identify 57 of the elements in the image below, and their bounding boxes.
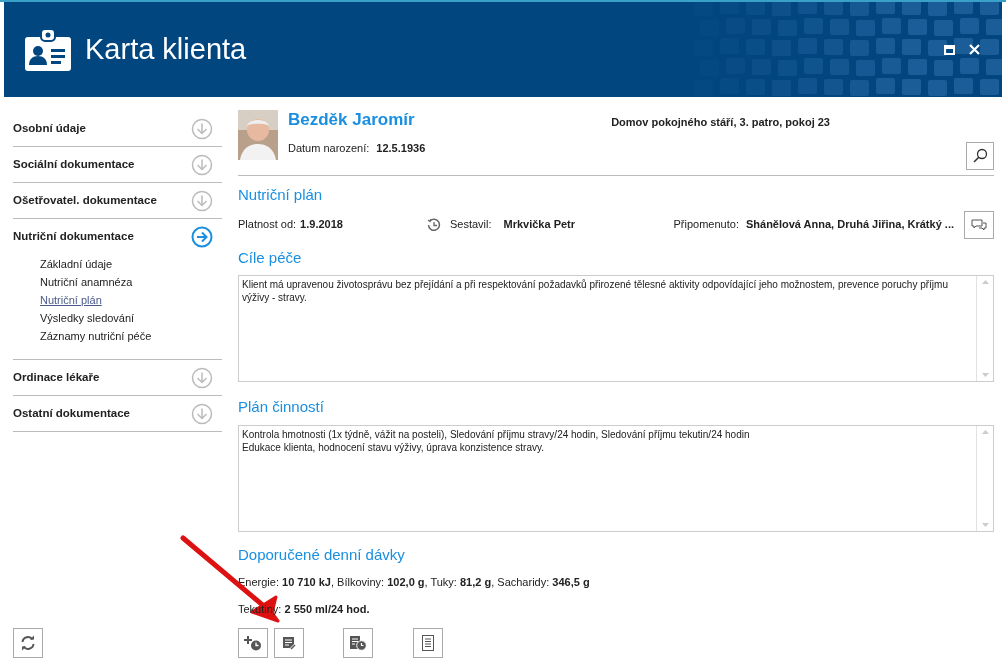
sidebar-link[interactable]: Základní údaje	[40, 255, 113, 273]
scroll-up-icon[interactable]	[981, 280, 989, 284]
reminded-label: Připomenuto:	[673, 217, 739, 233]
sidebar-link[interactable]: Záznamy nutriční péče	[40, 327, 152, 345]
sidebar-link[interactable]: Nutriční anamnéza	[40, 273, 133, 291]
arrow-down-icon[interactable]	[191, 153, 213, 176]
sidebar-section[interactable]: Sociální dokumentace	[13, 155, 135, 174]
validity-value: 1.9.2018	[300, 217, 343, 233]
edit-record-button[interactable]	[274, 628, 304, 658]
text-area[interactable]: Kontrola hmotnosti (1x týdně, vážit na posteli), Sledování příjmu stravy/24 hodin, Sledování příjmu tekutin/24 hodin Edukace klienta, hodnocení stavu výživy, úprava konzistence stravy.	[238, 424, 994, 532]
document-clock-icon	[349, 635, 367, 651]
section-heading: Doporučené denní dávky	[238, 544, 406, 565]
daily-doses-text: Energie: 10 710 kJ, Bílkoviny: 102,0 g, Tuky: 81,2 g, Sacharidy: 346,5 g	[238, 575, 591, 590]
sidebar-link[interactable]: Výsledky sledování	[40, 309, 135, 327]
window-title: Karta klienta	[85, 31, 247, 67]
id-card-icon	[25, 28, 71, 71]
sidebar-section[interactable]: Nutriční dokumentace	[13, 228, 134, 246]
client-name: Bezděk Jaromír	[288, 109, 416, 131]
section-heading: Plán činností	[238, 397, 325, 417]
add-timed-button[interactable]	[238, 628, 268, 658]
text-area[interactable]: Klient má upravenou životosprávu bez přejídání a při respektování požadavků přirozené tělesné aktivity odpovídající jeho možnostem, prevence poruchy příjmu výživy - stravy.	[238, 275, 994, 382]
scroll-down-icon[interactable]	[981, 373, 989, 377]
sidebar-section[interactable]: Ošetřovatel. dokumentace	[13, 191, 157, 210]
search-button[interactable]	[966, 142, 994, 170]
chat-icon	[971, 218, 987, 231]
scroll-down-icon[interactable]	[981, 522, 989, 527]
sidebar-section[interactable]: Ordinace lékaře	[13, 368, 100, 387]
arrow-down-icon[interactable]	[191, 189, 213, 212]
sidebar-section[interactable]: Ostatní dokumentace	[13, 404, 130, 423]
clock-icon	[426, 217, 441, 232]
document-icon	[422, 635, 434, 651]
maximize-icon[interactable]	[944, 44, 955, 55]
arrow-down-icon[interactable]	[191, 402, 213, 425]
message-button[interactable]	[964, 210, 994, 239]
birth-date-label: Datum narození:	[288, 141, 370, 156]
refresh-button[interactable]	[13, 628, 43, 658]
sidebar-link[interactable]: Nutriční plán	[40, 291, 102, 309]
validity-label: Platnost od:	[238, 217, 297, 233]
sidebar-section[interactable]: Osobní údaje	[13, 119, 86, 138]
close-icon[interactable]	[969, 44, 980, 55]
document-button[interactable]	[413, 628, 443, 658]
history-button[interactable]	[343, 628, 373, 658]
add-clock-icon	[244, 635, 262, 651]
client-location: Domov pokojného stáří, 3. patro, pokoj 23	[611, 115, 830, 130]
author-value: Mrkvička Petr	[503, 217, 576, 233]
scroll-up-icon[interactable]	[981, 429, 989, 434]
document-edit-icon	[282, 636, 296, 650]
arrow-down-icon[interactable]	[191, 366, 213, 389]
arrow-down-icon[interactable]	[191, 117, 213, 140]
arrow-right-icon[interactable]	[191, 226, 213, 248]
section-heading: Nutriční plán	[238, 185, 324, 205]
refresh-icon	[20, 635, 36, 651]
birth-date-value: 12.5.1936	[376, 141, 426, 156]
section-heading: Cíle péče	[238, 247, 303, 268]
author-label: Sestavil:	[449, 217, 492, 233]
reminded-value: Shánělová Anna, Druhá Jiřina, Krátký ...	[745, 217, 954, 233]
search-icon	[972, 148, 988, 164]
